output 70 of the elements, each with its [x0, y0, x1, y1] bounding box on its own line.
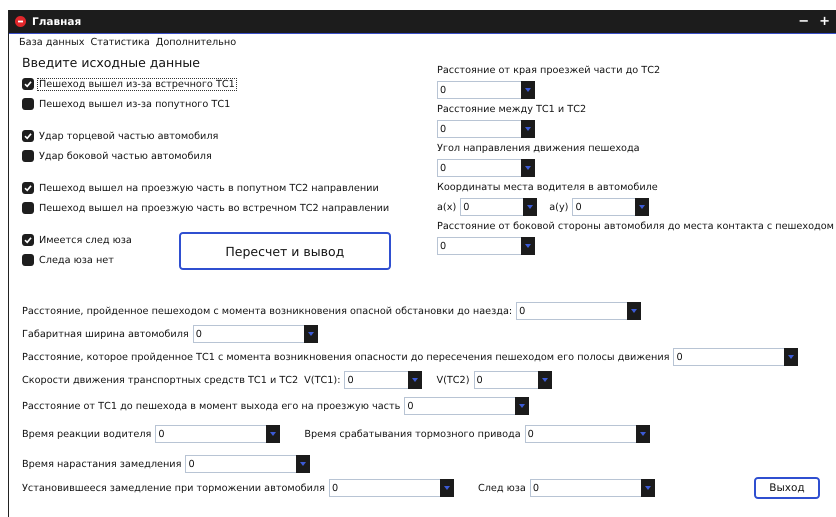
menu-item[interactable]: База данных — [19, 37, 84, 48]
field-label: След юза — [478, 482, 526, 494]
checkbox-label[interactable]: Удар боковой частью автомобиля — [38, 150, 213, 162]
window-control[interactable]: − — [798, 14, 810, 29]
field-label: Расстояние от края проезжей части до ТС2 — [437, 65, 662, 76]
combo-box[interactable]: 0 — [516, 302, 642, 320]
field-label: a(y) — [549, 202, 568, 212]
combo-box[interactable]: 0 — [404, 397, 530, 415]
combo-box[interactable]: 0 — [437, 237, 535, 255]
combo-box[interactable]: 0 — [673, 348, 798, 366]
field-value: 0 — [347, 374, 354, 386]
field-label: Расстояние, пройденное пешеходом с момента возникновения опасной обстановки до наезда: — [22, 306, 512, 316]
field-label: Время реакции водителя — [22, 428, 152, 440]
field-label: Угол направления движения пешехода — [437, 143, 641, 154]
combo-box[interactable]: 0 — [437, 81, 535, 99]
field-label: V(ТС2) — [436, 374, 470, 386]
field-value: 0 — [407, 400, 414, 412]
combo-box[interactable]: 0 — [530, 479, 655, 497]
field-label: V(ТС1): — [304, 374, 340, 386]
combo-box[interactable]: 0 — [474, 371, 552, 389]
field-value: 0 — [476, 374, 483, 386]
combo-box[interactable]: 0 — [185, 455, 310, 473]
field-label: Расстояние от боковой стороны автомобиля до места контакта с пешеходом — [437, 221, 834, 232]
combo-box[interactable]: 0 — [192, 325, 318, 343]
field-label: Расстояние от ТС1 до пешехода в момент выхода его на проезжую часть — [22, 400, 400, 412]
combo-box[interactable]: 0 — [328, 479, 454, 497]
checkbox-label[interactable]: Пешеход вышел на проезжую часть во встречном ТС2 направлении — [38, 202, 390, 214]
checkbox-label[interactable]: Пешеход вышел из-за встречного ТС1 — [38, 78, 236, 90]
field-label: Время срабатывания тормозного привода — [304, 428, 521, 440]
menu-item[interactable]: Дополнительно — [156, 37, 236, 48]
field-value: 0 — [158, 428, 165, 440]
field-label: Габаритная ширина автомобиля — [22, 328, 189, 340]
window-control[interactable]: + — [819, 14, 830, 29]
field-value: 0 — [440, 240, 446, 252]
field-label: Время нарастания замедления — [22, 458, 182, 470]
combo-box[interactable]: 0 — [524, 425, 650, 443]
combo-box[interactable]: 0 — [460, 198, 538, 216]
window-title: Главная — [32, 16, 82, 28]
combo-box[interactable]: 0 — [572, 198, 650, 216]
menu-item[interactable]: Статистика — [90, 37, 150, 48]
checkbox-label[interactable]: Имеется след юза — [38, 234, 133, 246]
exit-button[interactable]: Выход — [754, 477, 820, 499]
checkbox-label[interactable]: Пешеход вышел из-за попутного ТС1 — [38, 98, 232, 110]
recalculate-button[interactable]: Пересчет и вывод — [178, 232, 391, 270]
field-label: a(x) — [437, 202, 456, 212]
field-value: 0 — [332, 482, 338, 494]
combo-box[interactable]: 0 — [437, 159, 535, 177]
field-value: 0 — [528, 428, 534, 440]
combo-box[interactable]: 0 — [344, 371, 422, 389]
field-value: 0 — [519, 306, 526, 316]
field-value: 0 — [440, 124, 446, 134]
combo-box[interactable]: 0 — [155, 425, 280, 443]
section-heading: Введите исходные данные — [22, 55, 201, 70]
field-label: Скорости движения транспортных средств ТС1 и ТС2 — [22, 374, 298, 386]
combo-box[interactable]: 0 — [437, 120, 535, 138]
field-value: 0 — [188, 458, 195, 470]
field-label: Расстояние между ТС1 и ТС2 — [437, 104, 588, 115]
field-label: Координаты места водителя в автомобиле — [437, 182, 659, 193]
field-value: 0 — [575, 202, 582, 212]
checkbox-label[interactable]: Следа юза нет — [38, 254, 115, 266]
field-label: Установившееся замедление при торможении автомобиля — [22, 482, 325, 494]
field-value: 0 — [463, 202, 470, 212]
field-value: 0 — [440, 84, 446, 96]
field-value: 0 — [676, 352, 683, 362]
field-value: 0 — [196, 328, 202, 340]
field-label: Расстояние, которое пройденное ТС1 с момента возникновения опасности до пересечения пешеходом его полосы движения — [22, 352, 670, 362]
field-value: 0 — [440, 162, 446, 174]
checkbox-label[interactable]: Пешеход вышел на проезжую часть в попутном ТС2 направлении — [38, 182, 380, 194]
field-value: 0 — [532, 482, 540, 494]
checkbox-label[interactable]: Удар торцевой частью автомобиля — [38, 130, 220, 142]
